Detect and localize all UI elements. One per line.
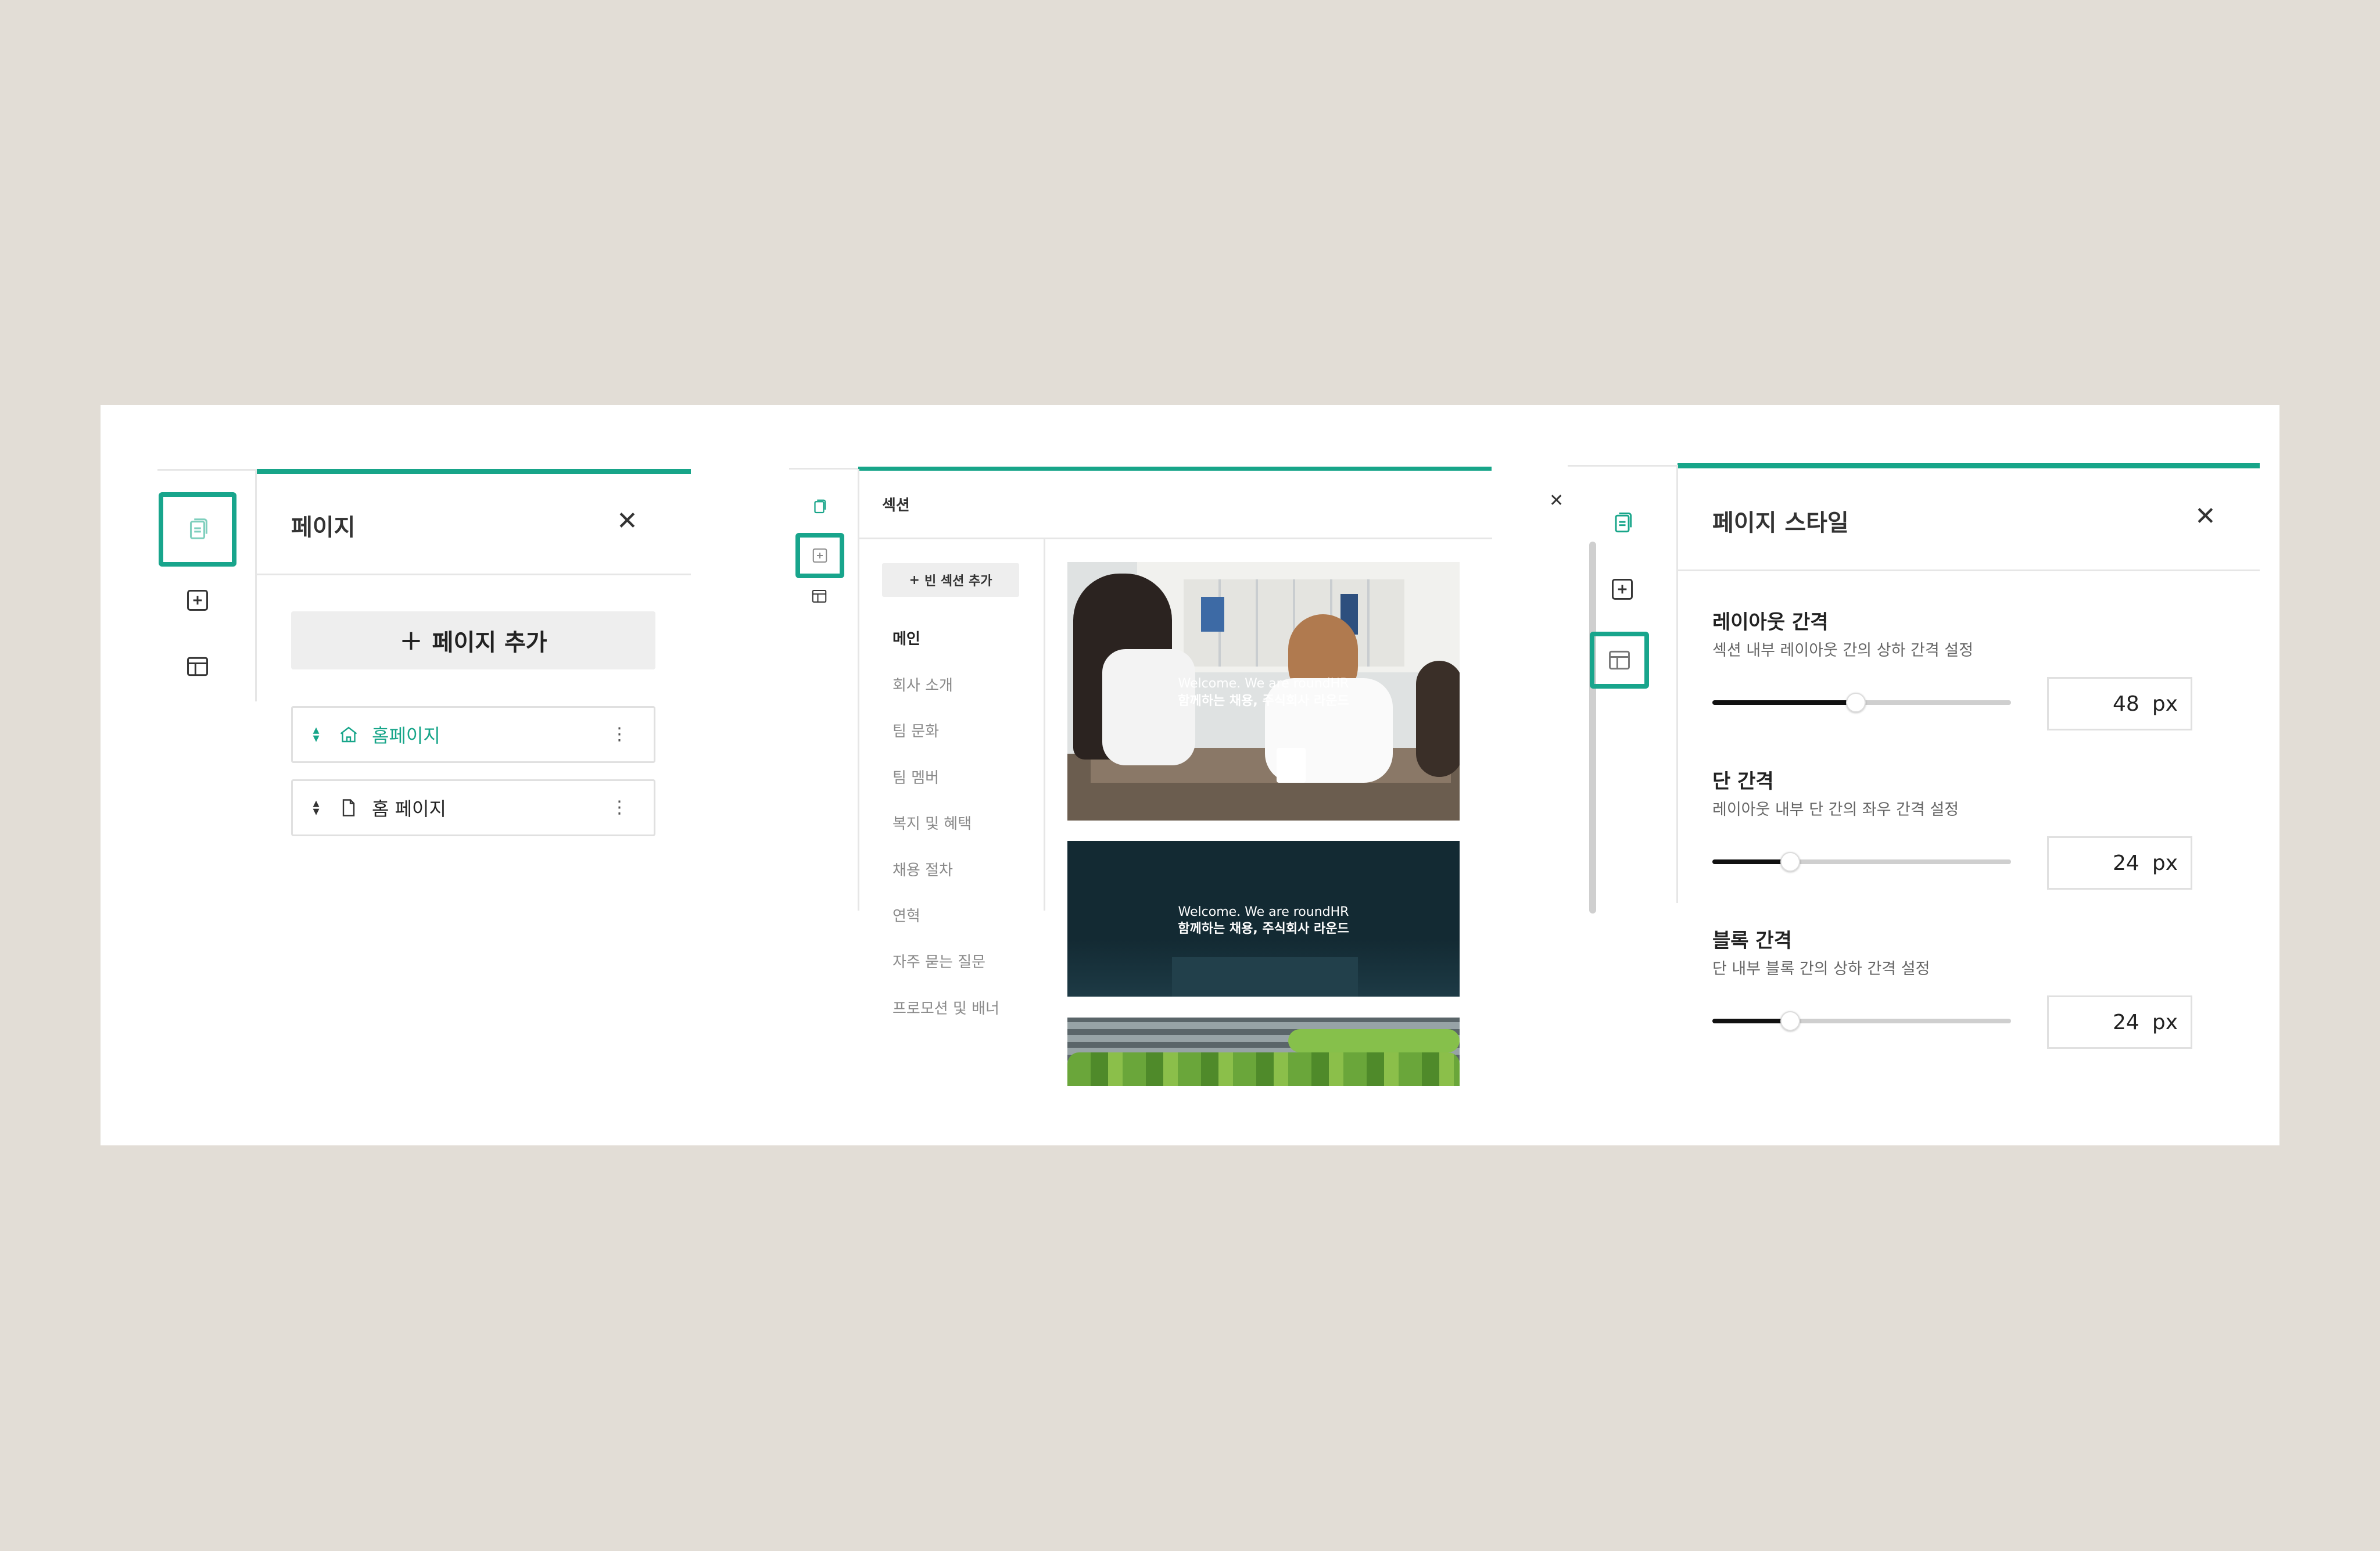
drag-handle-icon[interactable]: ▴ ▾ <box>310 724 322 745</box>
section-thumbnail-meeting[interactable]: Welcome. We are roundHR 함께하는 채용, 주식회사 라운… <box>1067 562 1460 821</box>
thumbnail-text: Welcome. We are roundHR <box>1178 905 1349 919</box>
plus-icon: + <box>399 624 423 657</box>
section-thumbnail-dark[interactable]: Welcome. We are roundHR 함께하는 채용, 주식회사 라운… <box>1067 841 1460 997</box>
column-gap-input[interactable]: 24 px <box>2047 836 2192 890</box>
close-icon[interactable]: ✕ <box>1549 492 1564 510</box>
layout-icon[interactable] <box>809 586 829 606</box>
setting-description: 섹션 내부 레이아웃 간의 상하 간격 설정 <box>1712 642 1973 660</box>
pages-tab-icon[interactable] <box>1608 508 1637 538</box>
slider-fill <box>1712 859 1790 864</box>
page-row-sub[interactable]: ▴ ▾ 홈 페이지 ⋮ <box>291 779 655 836</box>
page-style-panel: 페이지 스타일 ✕ 레이아웃 간격 섹션 내부 레이아웃 간의 상하 간격 설정… <box>1565 405 2279 1145</box>
page-label: 홈페이지 <box>372 725 440 747</box>
slider-fill <box>1712 700 1856 705</box>
thumbnail-text: Welcome. We are roundHR <box>1178 676 1349 691</box>
layout-gap-slider[interactable] <box>1712 693 2011 712</box>
more-icon[interactable]: ⋮ <box>611 726 628 743</box>
pages-tab-icon[interactable] <box>159 492 236 567</box>
pages-panel: 페이지 ✕ + 페이지 추가 ▴ ▾ 홈페이지 ⋮ ▴ ▾ 홈 페이지 ⋮ <box>101 405 740 1145</box>
block-gap-input[interactable]: 24 px <box>2047 995 2192 1049</box>
page-icon <box>342 799 355 816</box>
slider-handle[interactable] <box>1846 693 1866 712</box>
setting-title: 레이아웃 간격 <box>1712 611 1829 634</box>
block-gap-slider[interactable] <box>1712 1011 2011 1031</box>
category-about[interactable]: 회사 소개 <box>892 674 953 695</box>
add-blank-section-button[interactable]: + 빈 섹션 추가 <box>882 563 1019 597</box>
category-hiring[interactable]: 채용 절차 <box>892 858 953 880</box>
setting-description: 레이아웃 내부 단 간의 좌우 간격 설정 <box>1712 801 1959 819</box>
category-promo[interactable]: 프로모션 및 배너 <box>892 997 999 1018</box>
add-section-icon[interactable] <box>795 533 844 578</box>
close-icon[interactable]: ✕ <box>2195 504 2216 529</box>
page-row-home[interactable]: ▴ ▾ 홈페이지 ⋮ <box>291 706 655 763</box>
section-thumbnail-building[interactable] <box>1067 1018 1460 1086</box>
category-main[interactable]: 메인 <box>892 627 920 649</box>
column-gap-slider[interactable] <box>1712 852 2011 872</box>
setting-title: 블록 간격 <box>1712 929 1792 952</box>
add-section-icon[interactable] <box>1608 575 1637 604</box>
category-members[interactable]: 팀 멤버 <box>892 766 939 787</box>
panel-title: 페이지 <box>291 514 356 541</box>
add-section-icon[interactable] <box>182 585 213 616</box>
category-faq[interactable]: 자주 묻는 질문 <box>892 950 985 972</box>
setting-title: 단 간격 <box>1712 770 1774 793</box>
layout-icon[interactable] <box>182 651 213 682</box>
screenshot-card: 페이지 ✕ + 페이지 추가 ▴ ▾ 홈페이지 ⋮ ▴ ▾ 홈 페이지 ⋮ 섹션… <box>101 405 2279 1145</box>
category-benefits[interactable]: 복지 및 혜택 <box>892 812 972 833</box>
category-culture[interactable]: 팀 문화 <box>892 719 939 741</box>
setting-description: 단 내부 블록 간의 상하 간격 설정 <box>1712 960 1930 978</box>
close-icon[interactable]: ✕ <box>616 508 638 534</box>
layout-gap-input[interactable]: 48 px <box>2047 677 2192 730</box>
more-icon[interactable]: ⋮ <box>611 799 628 816</box>
panel-title: 페이지 스타일 <box>1712 510 1849 536</box>
add-page-button[interactable]: + 페이지 추가 <box>291 611 655 669</box>
thumbnail-text: 함께하는 채용, 주식회사 라운드 <box>1178 694 1349 708</box>
slider-handle[interactable] <box>1780 1011 1800 1031</box>
slider-handle[interactable] <box>1780 852 1800 872</box>
category-history[interactable]: 연혁 <box>892 904 920 926</box>
page-style-tab-icon[interactable] <box>1590 632 1649 689</box>
home-icon <box>340 726 357 743</box>
drag-handle-icon[interactable]: ▴ ▾ <box>310 797 322 818</box>
page-label: 홈 페이지 <box>372 798 446 820</box>
panel-title: 섹션 <box>882 497 910 514</box>
pages-tab-icon[interactable] <box>809 497 829 517</box>
plus-icon: + <box>909 572 920 588</box>
thumbnail-text: 함께하는 채용, 주식회사 라운드 <box>1178 922 1349 936</box>
slider-fill <box>1712 1019 1790 1023</box>
sections-panel: 섹션 ✕ + 빈 섹션 추가 메인 회사 소개 팀 문화 팀 멤버 복지 및 혜택… <box>789 405 1614 1145</box>
